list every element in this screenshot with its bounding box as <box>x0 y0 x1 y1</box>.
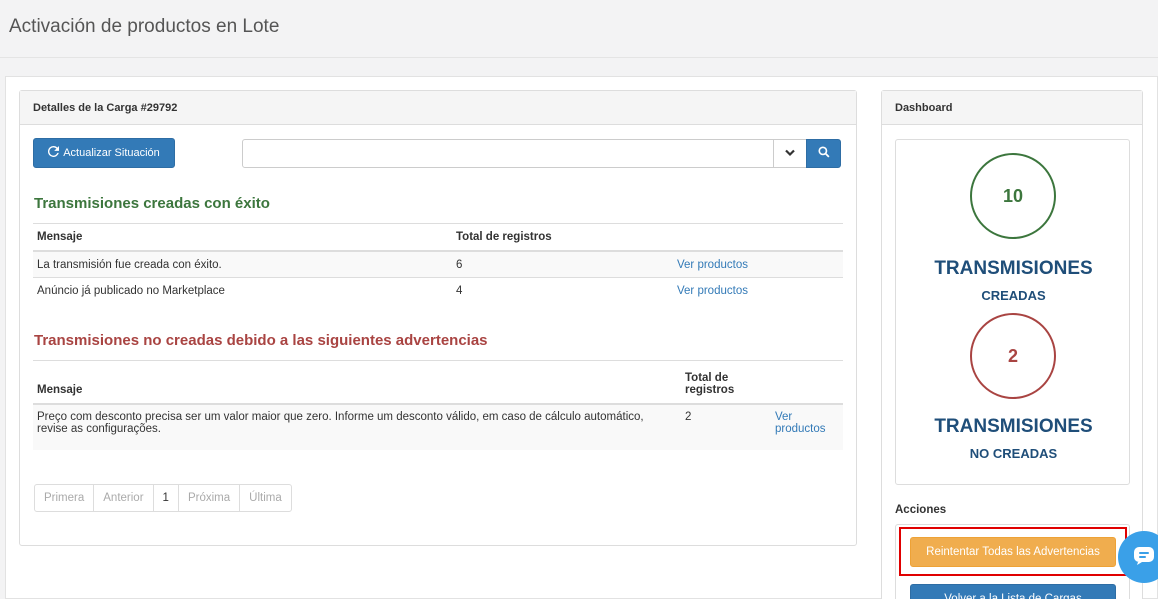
refresh-status-button[interactable]: Actualizar Situación <box>33 138 175 168</box>
search-dropdown-toggle[interactable] <box>773 139 807 168</box>
row-total: 2 <box>681 403 771 450</box>
stats-box: 10 TRANSMISIONES CREADAS 2 TRANSMISIONES… <box>895 139 1130 485</box>
column-header-action <box>771 360 843 405</box>
created-sublabel: CREADAS <box>981 288 1046 303</box>
pagination-last[interactable]: Última <box>239 484 292 512</box>
created-count-circle: 10 <box>970 153 1056 239</box>
row-total: 6 <box>452 250 673 278</box>
load-details-heading: Detalles de la Carga #29792 <box>20 91 856 125</box>
warnings-section-title: Transmisiones no creadas debido a las si… <box>34 332 488 349</box>
not-created-sublabel: NO CREADAS <box>969 446 1058 461</box>
pagination: Primera Anterior 1 Próxima Última <box>34 484 292 512</box>
chevron-down-icon <box>785 148 795 160</box>
not-created-label: TRANSMISIONES <box>934 416 1093 437</box>
search-group <box>242 139 842 168</box>
column-header-total: Total de registros <box>681 360 771 405</box>
row-total: 4 <box>452 277 673 305</box>
page-header: Activación de productos en Lote <box>0 0 1158 58</box>
refresh-status-label: Actualizar Situación <box>63 147 160 159</box>
pagination-first[interactable]: Primera <box>34 484 95 512</box>
view-products-link[interactable]: Ver productos <box>677 259 748 271</box>
view-products-link[interactable]: Ver productos <box>775 411 826 435</box>
not-created-count-circle: 2 <box>970 313 1056 399</box>
row-message: La transmisión fue creada con éxito. <box>33 250 452 278</box>
retry-all-warnings-button[interactable]: Reintentar Todas las Advertencias <box>910 537 1116 567</box>
search-button[interactable] <box>806 139 841 168</box>
column-header-total: Total de registros <box>452 223 673 252</box>
refresh-icon <box>48 145 60 160</box>
table-row: Anúncio já publicado no Marketplace 4 Ve… <box>33 277 843 305</box>
column-header-action <box>673 223 843 252</box>
dashboard-heading: Dashboard <box>882 91 1142 125</box>
back-to-loads-button[interactable]: Volver a la Lista de Cargas <box>910 584 1116 599</box>
table-row: Preço com desconto precisa ser um valor … <box>33 403 843 450</box>
pagination-previous[interactable]: Anterior <box>93 484 154 512</box>
table-row: La transmisión fue creada con éxito. 6 V… <box>33 250 843 278</box>
success-table: Mensaje Total de registros La transmisió… <box>33 223 843 305</box>
column-header-message: Mensaje <box>33 223 452 252</box>
success-section-title: Transmisiones creadas con éxito <box>34 195 270 212</box>
warnings-table: Mensaje Total de registros Preço com des… <box>33 360 843 450</box>
view-products-link[interactable]: Ver productos <box>677 285 748 297</box>
row-message: Anúncio já publicado no Marketplace <box>33 277 452 305</box>
search-input[interactable] <box>242 139 774 168</box>
pagination-next[interactable]: Próxima <box>177 484 241 512</box>
chat-icon <box>1133 546 1155 569</box>
actions-label: Acciones <box>895 504 947 516</box>
load-details-panel: Detalles de la Carga #29792 Actualizar S… <box>19 90 857 546</box>
created-label: TRANSMISIONES <box>934 258 1093 279</box>
main-content: Detalles de la Carga #29792 Actualizar S… <box>5 76 1158 599</box>
row-message: Preço com desconto precisa ser um valor … <box>33 403 681 450</box>
column-header-message: Mensaje <box>33 360 681 405</box>
page-title: Activación de productos en Lote <box>9 16 280 37</box>
dashboard-panel: Dashboard 10 TRANSMISIONES CREADAS 2 TRA… <box>881 90 1143 599</box>
search-icon <box>817 146 830 161</box>
pagination-page-1[interactable]: 1 <box>152 484 179 512</box>
